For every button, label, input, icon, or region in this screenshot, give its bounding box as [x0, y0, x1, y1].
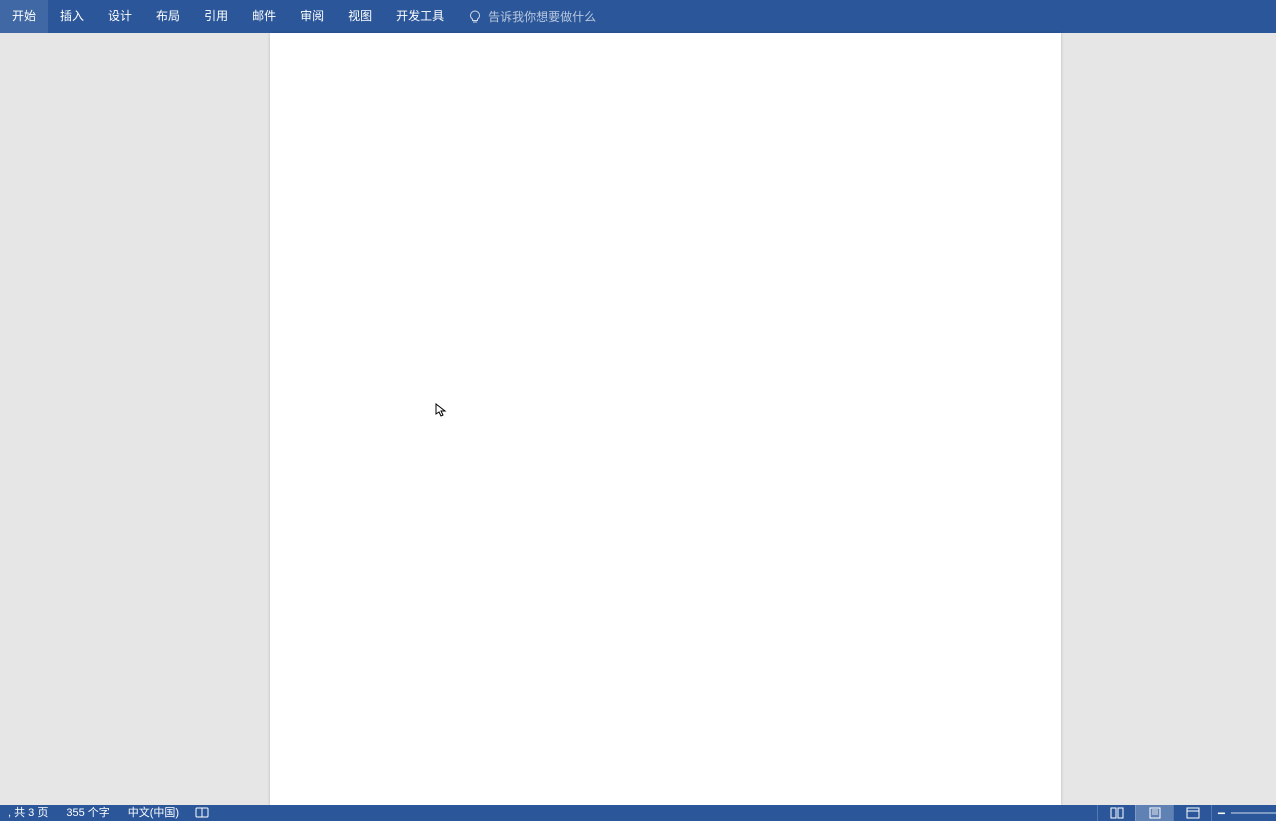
status-left: , 共 3 页 355 个字 中文(中国)	[0, 805, 215, 821]
status-macro-icon[interactable]	[189, 805, 215, 821]
tell-me-search[interactable]: 告诉我你想要做什么	[468, 8, 596, 25]
status-word-count[interactable]: 355 个字	[58, 805, 117, 821]
view-print-layout-button[interactable]	[1135, 805, 1173, 821]
status-bar: , 共 3 页 355 个字 中文(中国)	[0, 805, 1276, 821]
tab-view[interactable]: 视图	[336, 0, 384, 33]
tab-home[interactable]: 开始	[0, 0, 48, 33]
zoom-slider[interactable]	[1231, 805, 1276, 821]
zoom-slider-track	[1231, 812, 1276, 814]
tab-design[interactable]: 设计	[96, 0, 144, 33]
tab-layout[interactable]: 布局	[144, 0, 192, 33]
ribbon-bar: 开始 插入 设计 布局 引用 邮件 审阅 视图 开发工具 告诉我你想要做什么	[0, 0, 1276, 33]
content-area	[0, 33, 1276, 805]
tab-developer[interactable]: 开发工具	[384, 0, 456, 33]
lightbulb-icon	[468, 10, 482, 24]
zoom-out-button[interactable]: −	[1211, 805, 1231, 821]
search-placeholder-text: 告诉我你想要做什么	[488, 8, 596, 25]
status-right: −	[1097, 805, 1276, 821]
tab-insert[interactable]: 插入	[48, 0, 96, 33]
view-read-mode-button[interactable]	[1097, 805, 1135, 821]
tab-mailings[interactable]: 邮件	[240, 0, 288, 33]
status-page-info[interactable]: , 共 3 页	[0, 805, 56, 821]
tab-review[interactable]: 审阅	[288, 0, 336, 33]
tab-references[interactable]: 引用	[192, 0, 240, 33]
view-web-layout-button[interactable]	[1173, 805, 1211, 821]
document-page[interactable]	[270, 33, 1061, 805]
status-language[interactable]: 中文(中国)	[120, 805, 187, 821]
